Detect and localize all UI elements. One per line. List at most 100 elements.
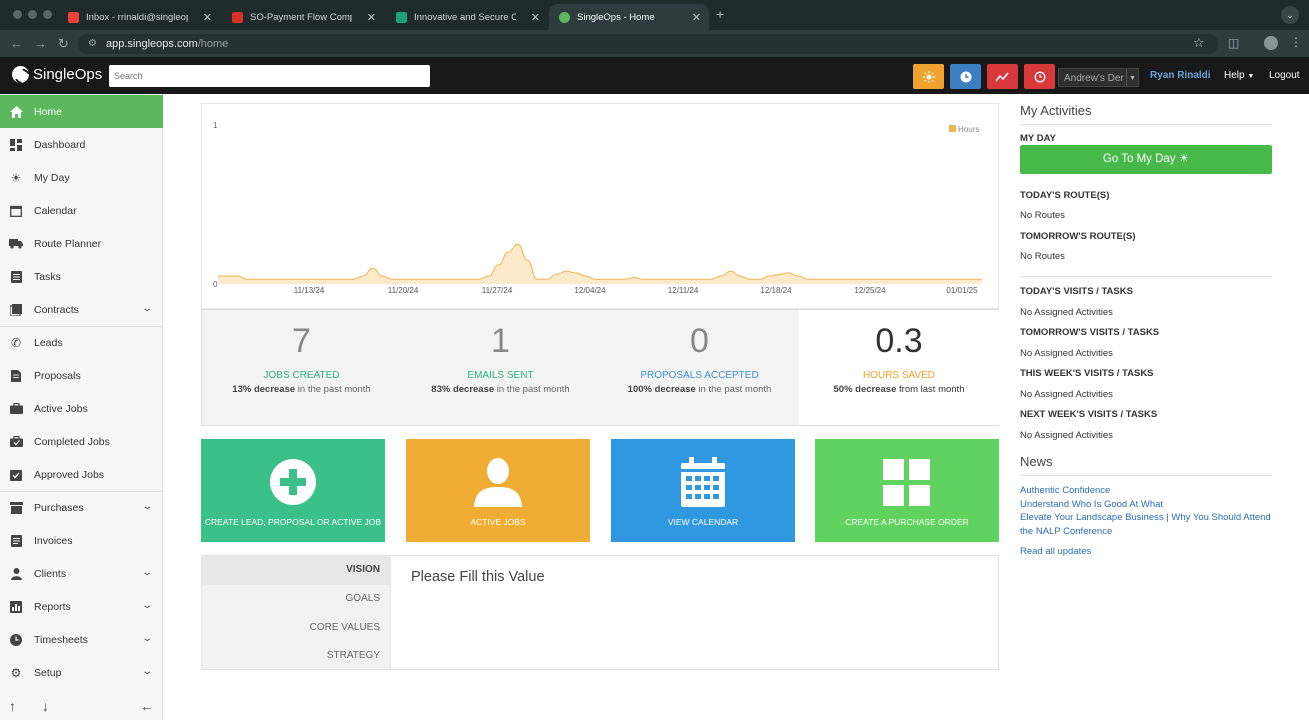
chevron-down-icon[interactable]: ⌄ bbox=[141, 567, 153, 578]
x-tick-label: 11/13/24 bbox=[294, 286, 325, 295]
chevron-down-icon[interactable]: ⌄ bbox=[141, 303, 153, 314]
news-link[interactable]: Authentic Confidence bbox=[1020, 484, 1280, 498]
site-info-icon[interactable]: ⚙ bbox=[88, 34, 97, 54]
tab-title: Inbox - rrinaldi@singleops.co bbox=[86, 11, 188, 23]
close-tab-icon[interactable]: ✕ bbox=[531, 11, 540, 24]
sidebar-item-my-day[interactable]: ☀ My Day bbox=[0, 161, 163, 194]
profile-avatar[interactable] bbox=[1264, 36, 1278, 50]
sidebar-item-proposals[interactable]: Proposals bbox=[0, 359, 163, 392]
stat-period: from last month bbox=[899, 384, 965, 395]
collapse-sidebar-icon[interactable]: ← bbox=[140, 698, 154, 714]
help-menu[interactable]: Help ▼ bbox=[1224, 70, 1254, 81]
sidebar-item-setup[interactable]: ⚙ Setup ⌄ bbox=[0, 656, 163, 689]
stats-header-button[interactable] bbox=[987, 64, 1018, 89]
close-tab-icon[interactable]: ✕ bbox=[692, 11, 701, 24]
address-bar[interactable]: ⚙ app.singleops.com/home bbox=[78, 34, 1218, 54]
user-name-link[interactable]: Ryan Rinaldi bbox=[1150, 70, 1211, 81]
sidebar-item-timesheets[interactable]: Timesheets ⌄ bbox=[0, 623, 163, 656]
create-purchase-order-tile[interactable]: CREATE A PURCHASE ORDER bbox=[815, 439, 999, 542]
singleops-logo[interactable]: SingleOps bbox=[12, 66, 102, 83]
browser-menu-icon[interactable]: ⋮ bbox=[1290, 35, 1302, 49]
timesheet-header-button[interactable] bbox=[950, 64, 981, 89]
stat-change: 50% decrease bbox=[833, 384, 897, 395]
forward-icon[interactable]: → bbox=[34, 36, 47, 51]
logout-link[interactable]: Logout bbox=[1269, 70, 1300, 81]
sidebar-item-home[interactable]: Home bbox=[0, 95, 163, 128]
tab-core-values[interactable]: CORE VALUES bbox=[310, 622, 380, 633]
go-to-my-day-button[interactable]: Go To My Day ☀ bbox=[1020, 145, 1272, 174]
stat-value: 0 bbox=[690, 322, 709, 360]
active-jobs-tile[interactable]: ACTIVE JOBS bbox=[406, 439, 590, 542]
browser-tab-credit[interactable]: Innovative and Secure Credit ✕ bbox=[386, 4, 548, 30]
zoom-window-dot[interactable] bbox=[43, 10, 52, 19]
plus-circle-icon bbox=[270, 459, 316, 505]
sidebar-item-label: Home bbox=[34, 105, 63, 118]
vision-panel: VISION GOALS CORE VALUES STRATEGY Please… bbox=[201, 555, 999, 670]
todays-routes-heading: TODAY'S ROUTE(S) bbox=[1020, 190, 1110, 201]
sidebar-item-clients[interactable]: Clients ⌄ bbox=[0, 557, 163, 590]
scroll-up-icon[interactable]: ↑ bbox=[9, 698, 16, 714]
browser-tab-inbox[interactable]: Inbox - rrinaldi@singleops.co ✕ bbox=[58, 4, 220, 30]
tab-strategy[interactable]: STRATEGY bbox=[327, 650, 380, 661]
sidebar-item-purchases[interactable]: Purchases ⌄ bbox=[0, 491, 163, 524]
sidebar-item-route-planner[interactable]: Route Planner bbox=[0, 227, 163, 260]
news-link[interactable]: Understand Who Is Good At What bbox=[1020, 498, 1280, 512]
sidebar-item-invoices[interactable]: Invoices bbox=[0, 524, 163, 557]
tab-vision[interactable]: VISION bbox=[346, 564, 380, 575]
back-icon[interactable]: ← bbox=[10, 36, 23, 51]
browser-toolbar: ← → ↻ ⚙ app.singleops.com/home ☆ ◫ ⋮ bbox=[0, 30, 1309, 57]
stat-period: in the past month bbox=[496, 384, 570, 395]
tile-label: VIEW CALENDAR bbox=[667, 517, 739, 527]
new-tab-icon[interactable]: + bbox=[716, 6, 724, 22]
clock-icon bbox=[9, 633, 23, 647]
chevron-down-icon[interactable]: ⌄ bbox=[141, 666, 153, 677]
my-day-header-button[interactable] bbox=[913, 64, 944, 89]
read-all-updates-link[interactable]: Read all updates bbox=[1020, 545, 1280, 559]
tab-search-icon[interactable]: ⌄ bbox=[1281, 6, 1299, 24]
view-calendar-tile[interactable]: VIEW CALENDAR bbox=[611, 439, 795, 542]
todays-visits-heading: TODAY'S VISITS / TASKS bbox=[1020, 286, 1133, 297]
sidebar-item-tasks[interactable]: Tasks bbox=[0, 260, 163, 293]
sidebar-item-completed-jobs[interactable]: Completed Jobs bbox=[0, 425, 163, 458]
tab-goals[interactable]: GOALS bbox=[346, 593, 380, 604]
company-select[interactable]: Andrew's Der ▼ bbox=[1058, 68, 1139, 87]
extensions-icon[interactable]: ◫ bbox=[1228, 36, 1239, 50]
stat-emails-sent: 1 EMAILS SENT 83% decrease in the past m… bbox=[401, 310, 601, 425]
vision-tabs: VISION GOALS CORE VALUES STRATEGY bbox=[202, 556, 391, 669]
company-name: Andrew's Der bbox=[1064, 73, 1124, 84]
minimize-window-dot[interactable] bbox=[28, 10, 37, 19]
stats-row: 7 JOBS CREATED 13% decrease in the past … bbox=[201, 309, 999, 426]
history-header-button[interactable] bbox=[1024, 64, 1055, 89]
sidebar-item-leads[interactable]: ✆ Leads bbox=[0, 326, 163, 359]
reload-icon[interactable]: ↻ bbox=[58, 36, 69, 52]
vision-content[interactable]: Please Fill this Value bbox=[411, 569, 545, 585]
sidebar-item-dashboard[interactable]: Dashboard bbox=[0, 128, 163, 161]
close-tab-icon[interactable]: ✕ bbox=[367, 11, 376, 24]
scroll-down-icon[interactable]: ↓ bbox=[42, 698, 49, 714]
sidebar-item-calendar[interactable]: Calendar bbox=[0, 194, 163, 227]
sidebar-item-reports[interactable]: Reports ⌄ bbox=[0, 590, 163, 623]
legend-label: Hours bbox=[958, 125, 979, 134]
next-week-visits-value: No Assigned Activities bbox=[1020, 430, 1113, 441]
sidebar-item-approved-jobs[interactable]: Approved Jobs bbox=[0, 458, 163, 491]
create-lead-tile[interactable]: CREATE LEAD, PROPOSAL OR ACTIVE JOB bbox=[201, 439, 385, 542]
truck-icon bbox=[9, 237, 23, 251]
tomorrows-routes-value: No Routes bbox=[1020, 251, 1065, 262]
sidebar-item-active-jobs[interactable]: Active Jobs bbox=[0, 392, 163, 425]
close-tab-icon[interactable]: ✕ bbox=[203, 11, 212, 24]
go-to-my-day-label: Go To My Day bbox=[1102, 153, 1176, 165]
divider bbox=[1020, 124, 1272, 125]
chevron-down-icon[interactable]: ⌄ bbox=[141, 600, 153, 611]
chevron-down-icon[interactable]: ⌄ bbox=[141, 501, 153, 512]
news-link[interactable]: Elevate Your Landscape Business | Why Yo… bbox=[1020, 511, 1280, 538]
search-input[interactable] bbox=[109, 65, 430, 87]
sidebar-item-contracts[interactable]: Contracts ⌄ bbox=[0, 293, 163, 326]
chevron-down-icon[interactable]: ⌄ bbox=[141, 633, 153, 644]
browser-tab-payment-flow[interactable]: SO-Payment Flow Comp-Gra ✕ bbox=[222, 4, 384, 30]
dashboard-icon bbox=[9, 138, 23, 152]
bookmark-star-icon[interactable]: ☆ bbox=[1193, 35, 1205, 51]
close-window-dot[interactable] bbox=[13, 10, 22, 19]
stat-label: EMAILS SENT bbox=[467, 370, 534, 381]
pdf-icon bbox=[232, 11, 243, 23]
browser-tab-singleops[interactable]: SingleOps - Home ✕ bbox=[549, 4, 709, 30]
